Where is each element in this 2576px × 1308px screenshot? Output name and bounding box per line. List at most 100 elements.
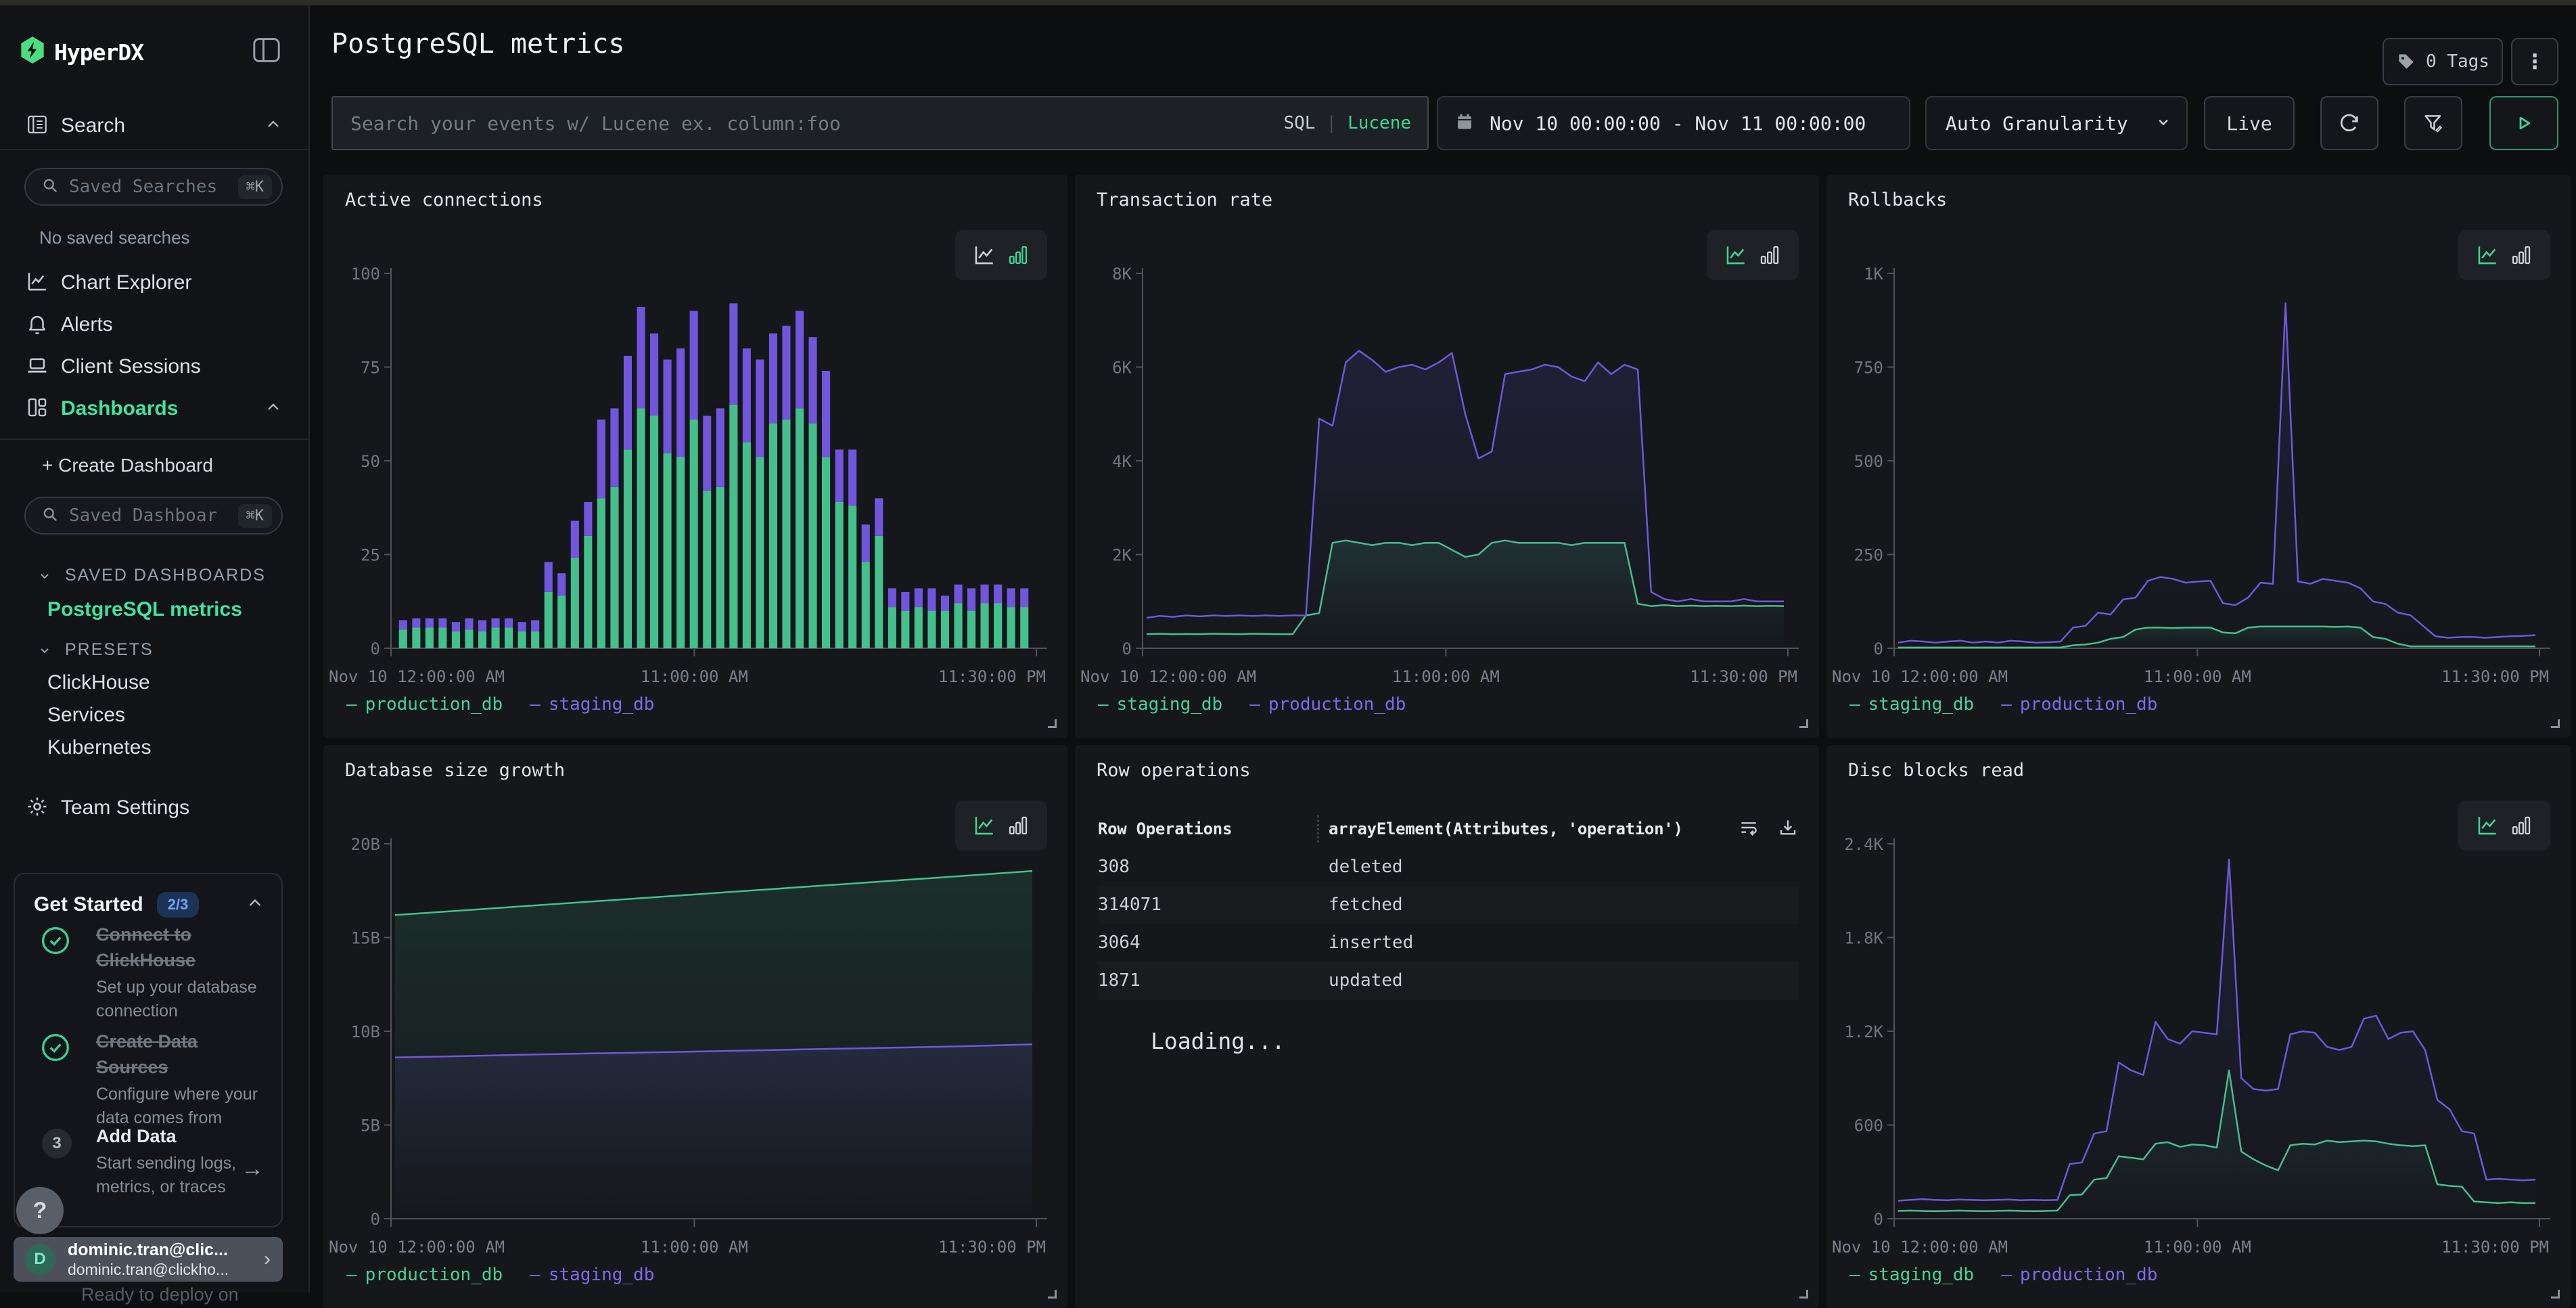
- sidebar-item-postgresql-metrics[interactable]: PostgreSQL metrics: [47, 598, 242, 621]
- panel-resize-handle[interactable]: [1048, 1290, 1057, 1299]
- legend-item[interactable]: —production_db: [1249, 694, 1406, 715]
- legend-item[interactable]: —staging_db: [1849, 694, 1974, 715]
- avatar: D: [24, 1244, 55, 1275]
- live-button[interactable]: Live: [2204, 96, 2295, 150]
- svg-text:600: 600: [1854, 1117, 1883, 1135]
- chevron-up-icon[interactable]: [245, 893, 265, 917]
- date-range-picker[interactable]: Nov 10 00:00:00 - Nov 11 00:00:00: [1437, 96, 1910, 150]
- legend-item[interactable]: —production_db: [346, 694, 503, 715]
- panel-resize-handle[interactable]: [1799, 1290, 1808, 1299]
- dashboard-grid: Active connections1007550250Nov 10 12:00…: [323, 175, 2571, 1308]
- get-started-step-sources[interactable]: Create Data Sources Configure where your…: [15, 1029, 284, 1130]
- row-count: 1871: [1098, 970, 1329, 991]
- legend-item[interactable]: —staging_db: [1098, 694, 1222, 715]
- svg-text:11:00:00 AM: 11:00:00 AM: [641, 667, 748, 686]
- panel-resize-handle[interactable]: [2551, 1290, 2560, 1299]
- table-row[interactable]: 314071 fetched: [1098, 886, 1799, 924]
- panel-resize-handle[interactable]: [1048, 719, 1057, 728]
- sidebar-item-label: Search: [61, 114, 125, 137]
- legend-item[interactable]: —production_db: [346, 1265, 503, 1285]
- panel-title: Database size growth: [345, 760, 565, 781]
- sidebar-item-chart-explorer[interactable]: Chart Explorer: [0, 264, 310, 302]
- legend-swatch: —: [1249, 694, 1260, 715]
- column-header: Row Operations: [1098, 819, 1317, 838]
- tags-button[interactable]: 0 Tags: [2383, 38, 2503, 85]
- panel-resize-handle[interactable]: [2551, 719, 2560, 728]
- lucene-mode-button[interactable]: Lucene: [1348, 113, 1411, 133]
- panel-resize-handle[interactable]: [1799, 719, 1808, 728]
- panel-menu-button[interactable]: ⋮: [2511, 38, 2558, 85]
- line-chart-toggle-icon[interactable]: [2476, 814, 2499, 837]
- svg-text:11:30:00 PM: 11:30:00 PM: [2441, 1238, 2549, 1257]
- refresh-button[interactable]: [2320, 96, 2378, 150]
- sidebar-item-client-sessions[interactable]: Client Sessions: [0, 348, 310, 386]
- get-started-step-add-data[interactable]: 3 Add Data Start sending logs, metrics, …: [15, 1123, 284, 1199]
- laptop-icon: [26, 354, 49, 380]
- sidebar-item-alerts[interactable]: Alerts: [0, 306, 310, 344]
- bar-chart-toggle-icon[interactable]: [1007, 244, 1030, 267]
- user-account-chip[interactable]: D dominic.tran@clic... dominic.tran@clic…: [14, 1237, 283, 1282]
- help-button[interactable]: ?: [16, 1187, 64, 1234]
- table-row[interactable]: 1871 updated: [1098, 962, 1799, 999]
- saved-dashboards-search[interactable]: ⌘K: [24, 497, 283, 535]
- event-search-bar[interactable]: SQL | Lucene: [331, 96, 1429, 150]
- get-started-step-connect[interactable]: Connect to ClickHouse Set up your databa…: [15, 922, 284, 1023]
- chart-legend: —production_db —staging_db: [346, 694, 654, 715]
- refresh-icon: [2338, 112, 2361, 135]
- sidebar-item-label: Chart Explorer: [61, 271, 191, 294]
- panel-title: Row operations: [1097, 760, 1251, 781]
- chart-plot[interactable]: 2.4K1.8K1.2K6000Nov 10 12:00:00 AM11:00:…: [1829, 813, 2554, 1286]
- line-chart-toggle-icon[interactable]: [973, 244, 996, 267]
- saved-searches-search[interactable]: ⌘K: [24, 168, 283, 206]
- saved-dashboards-input[interactable]: [69, 505, 218, 526]
- panel-disc-blocks-read: Disc blocks read2.4K1.8K1.2K6000Nov 10 1…: [1826, 745, 2571, 1308]
- sql-mode-button[interactable]: SQL: [1283, 113, 1315, 133]
- chart-plot[interactable]: 1007550250Nov 10 12:00:00 AM11:00:00 AM1…: [326, 242, 1051, 716]
- legend-item[interactable]: —production_db: [2001, 1265, 2157, 1285]
- bar-chart-toggle-icon[interactable]: [1758, 244, 1781, 267]
- row-operation: inserted: [1329, 932, 1413, 953]
- granularity-select[interactable]: Auto Granularity: [1925, 96, 2188, 150]
- legend-item[interactable]: —staging_db: [1849, 1265, 1974, 1285]
- shortcut-badge: ⌘K: [238, 504, 273, 528]
- legend-item[interactable]: —production_db: [2001, 694, 2157, 715]
- filter-button[interactable]: [2404, 96, 2462, 150]
- event-search-input[interactable]: [350, 112, 1283, 135]
- calendar-icon: [1454, 112, 1475, 135]
- table-row[interactable]: 308 deleted: [1098, 848, 1799, 886]
- sidebar-item-services[interactable]: Services: [47, 704, 125, 727]
- chart-plot[interactable]: 20B15B10B5B0Nov 10 12:00:00 AM11:00:00 A…: [326, 813, 1051, 1286]
- arrow-right-icon: →: [241, 1156, 264, 1182]
- sidebar-item-dashboards[interactable]: Dashboards: [0, 390, 310, 428]
- legend-item[interactable]: —staging_db: [530, 694, 654, 715]
- saved-searches-input[interactable]: [69, 177, 218, 197]
- svg-text:250: 250: [1854, 546, 1883, 565]
- section-presets[interactable]: PRESETS: [37, 640, 154, 660]
- sidebar-item-clickhouse[interactable]: ClickHouse: [47, 671, 150, 694]
- sidebar-collapse-icon[interactable]: [252, 37, 281, 64]
- table-row[interactable]: 3064 inserted: [1098, 924, 1799, 962]
- run-query-button[interactable]: [2489, 96, 2558, 150]
- step-title: Connect to ClickHouse: [96, 922, 267, 973]
- bar-chart-toggle-icon[interactable]: [2510, 244, 2533, 267]
- create-dashboard-button[interactable]: + Create Dashboard: [42, 455, 213, 476]
- section-saved-dashboards[interactable]: SAVED DASHBOARDS: [37, 566, 266, 585]
- loading-text: Loading...: [1151, 1028, 1285, 1054]
- sidebar-item-search[interactable]: Search: [0, 107, 310, 145]
- legend-item[interactable]: —staging_db: [530, 1265, 654, 1285]
- svg-text:750: 750: [1854, 359, 1883, 378]
- svg-text:75: 75: [361, 359, 380, 378]
- line-chart-toggle-icon[interactable]: [973, 814, 996, 837]
- chart-plot[interactable]: 8K6K4K2K0Nov 10 12:00:00 AM11:00:00 AM11…: [1078, 242, 1803, 716]
- bar-chart-toggle-icon[interactable]: [1007, 814, 1030, 837]
- sidebar-item-kubernetes[interactable]: Kubernetes: [47, 736, 151, 759]
- wrap-text-icon[interactable]: [1738, 817, 1760, 841]
- chart-plot[interactable]: 1K7505002500Nov 10 12:00:00 AM11:00:00 A…: [1829, 242, 2554, 716]
- download-icon[interactable]: [1777, 817, 1799, 841]
- line-chart-toggle-icon[interactable]: [1724, 244, 1747, 267]
- line-chart-toggle-icon[interactable]: [2476, 244, 2499, 267]
- chevron-down-icon: [37, 568, 53, 584]
- sidebar-item-team-settings[interactable]: Team Settings: [0, 789, 310, 827]
- bar-chart-toggle-icon[interactable]: [2510, 814, 2533, 837]
- column-divider[interactable]: [1317, 815, 1319, 842]
